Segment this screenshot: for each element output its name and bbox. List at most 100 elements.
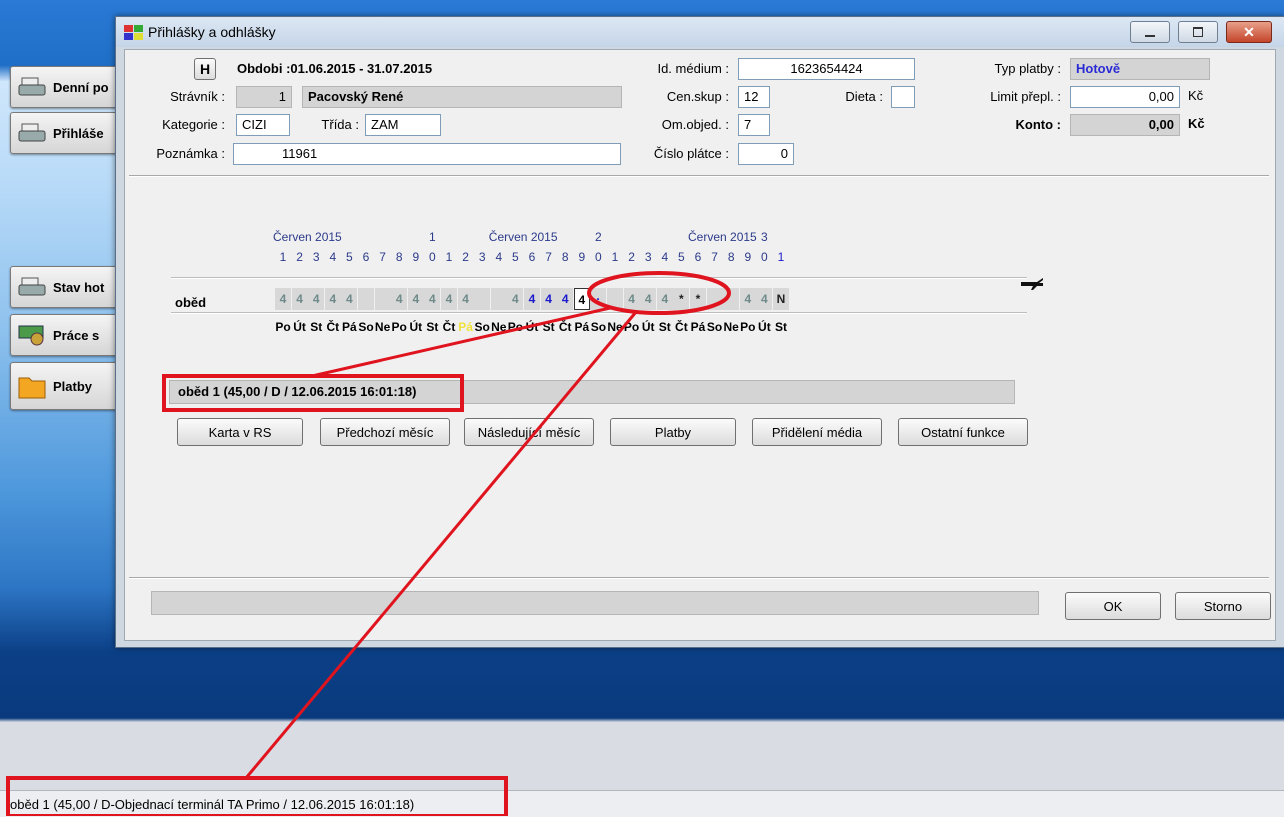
calendar-cell[interactable]: 4 [391,288,408,310]
platby-button[interactable]: Platby [610,418,736,446]
kategorie-field[interactable]: CIZI [236,114,290,136]
calendar-cell[interactable]: 4 [324,288,341,310]
calendar-cell[interactable]: 4 [457,288,474,310]
day-number: 1 [611,250,619,264]
next-month-button[interactable]: Následující měsíc [464,418,594,446]
day-number: 0 [761,250,768,264]
day-number: 7 [711,250,718,264]
calendar-cell[interactable]: · [358,288,374,310]
poznamka-field[interactable]: 11961 [233,143,621,165]
konto-unit: Kč [1188,116,1205,131]
decade-digit: 2 [595,230,602,244]
stravnik-id-field: 1 [236,86,292,108]
maximize-button[interactable] [1178,21,1218,43]
previous-month-button[interactable]: Předchozí měsíc [320,418,450,446]
minimize-button[interactable] [1130,21,1170,43]
calendar-cell[interactable]: · [374,288,391,310]
konto-field: 0,00 [1070,114,1180,136]
calendar-cell[interactable]: 4 [441,288,457,310]
calendar-cell[interactable]: · [474,288,491,310]
limit-unit: Kč [1188,88,1204,103]
calendar-cell[interactable]: 4 [739,288,756,310]
calendar-cell[interactable]: N [773,288,789,310]
calendar-cell[interactable]: 4 [623,288,640,310]
desktop-button-label: Platby [53,378,93,394]
calendar-cell[interactable]: 4 [407,288,424,310]
calendar-cell[interactable]: 4 [557,288,574,310]
desktop-button-label: Práce s [53,327,100,343]
limit-label: Limit přepl. : [990,89,1061,104]
calendar-cell[interactable]: 4 [424,288,441,310]
karta-button[interactable]: Karta v RS [177,418,303,446]
day-number: 4 [495,250,503,264]
day-number: 0 [595,250,602,264]
day-number: 2 [628,250,635,264]
dieta-field[interactable] [891,86,915,108]
footer-status-field [151,591,1039,615]
status-bar: oběd 1 (45,00 / D-Objednací terminál TA … [0,790,1284,817]
day-number: 1 [279,250,287,264]
calendar-cell[interactable]: 4 [524,288,540,310]
close-button[interactable]: ✕ [1226,21,1272,43]
poznamka-label: Poznámka : [156,146,225,161]
calendar-line-top [171,277,1027,279]
calendar-cell[interactable]: · [723,288,740,310]
stravnik-name-field: Pacovský René [302,86,622,108]
month-label: Červen 2015 [688,230,757,244]
calendar-cell[interactable]: 4 [756,288,773,310]
storno-button[interactable]: Storno [1175,592,1271,620]
censkup-field[interactable]: 12 [738,86,770,108]
calendar-cell[interactable]: 4 [308,288,325,310]
header-separator [129,175,1269,177]
ok-button[interactable]: OK [1065,592,1161,620]
title-bar: Přihlášky a odhlášky ✕ [116,17,1284,47]
close-icon: ✕ [1243,23,1255,40]
desktop-button-stav[interactable]: Stav hot [10,266,132,308]
day-number: 5 [346,250,353,264]
calendar-cell-selected[interactable]: 4 [573,288,590,310]
day-number: 8 [561,250,569,264]
calendar-cell[interactable]: * [673,288,690,310]
day-number: 5 [678,250,685,264]
prideleni-media-button[interactable]: Přidělení média [752,418,882,446]
day-number: 6 [694,250,702,264]
day-number: 1 [777,250,785,264]
limit-field[interactable]: 0,00 [1070,86,1180,108]
desktop-button-prace[interactable]: Práce s [10,314,132,356]
day-number: 3 [478,250,486,264]
desktop-button-prihlase[interactable]: Přihláše [10,112,132,154]
h-button[interactable]: H [194,58,216,80]
calendar-cell[interactable]: * [690,288,706,310]
calendar-cell[interactable]: · [706,288,723,310]
day-number: 3 [644,250,652,264]
desktop-button-platby[interactable]: Platby [10,362,132,410]
typ-platby-label: Typ platby : [994,61,1061,76]
calendar-cell[interactable]: · [490,288,507,310]
cislo-platce-field[interactable]: 0 [738,143,794,165]
idmedium-field[interactable]: 1623654424 [738,58,915,80]
maximize-icon [1193,27,1203,37]
day-number: 8 [727,250,735,264]
calendar-cell[interactable]: 4 [540,288,557,310]
trida-field[interactable]: ZAM [365,114,441,136]
row-label: oběd [175,295,207,310]
ostatni-funkce-button[interactable]: Ostatní funkce [898,418,1028,446]
calendar-cell[interactable]: 4 [507,288,524,310]
omobjed-field[interactable]: 7 [738,114,770,136]
calendar-cell[interactable]: 4 [656,288,673,310]
desktop-button-denni[interactable]: Denní po [10,66,132,108]
main-window: Přihlášky a odhlášky ✕ H Obdobi :01.06.2… [115,16,1284,648]
month-label: Červen 2015 [273,230,342,244]
printer-icon [17,75,47,99]
calendar-cell[interactable]: 4 [341,288,358,310]
calendar-cell[interactable]: · [607,288,623,310]
calendar-cell[interactable]: · [590,288,607,310]
dieta-label: Dieta : [845,89,883,104]
day-number: 4 [329,250,337,264]
printer-icon [17,275,47,299]
day-number: 9 [412,250,420,264]
calendar-cell[interactable]: 4 [640,288,657,310]
day-number: 6 [362,250,370,264]
calendar-cell[interactable]: 4 [291,288,308,310]
calendar-cell[interactable]: 4 [275,288,291,310]
